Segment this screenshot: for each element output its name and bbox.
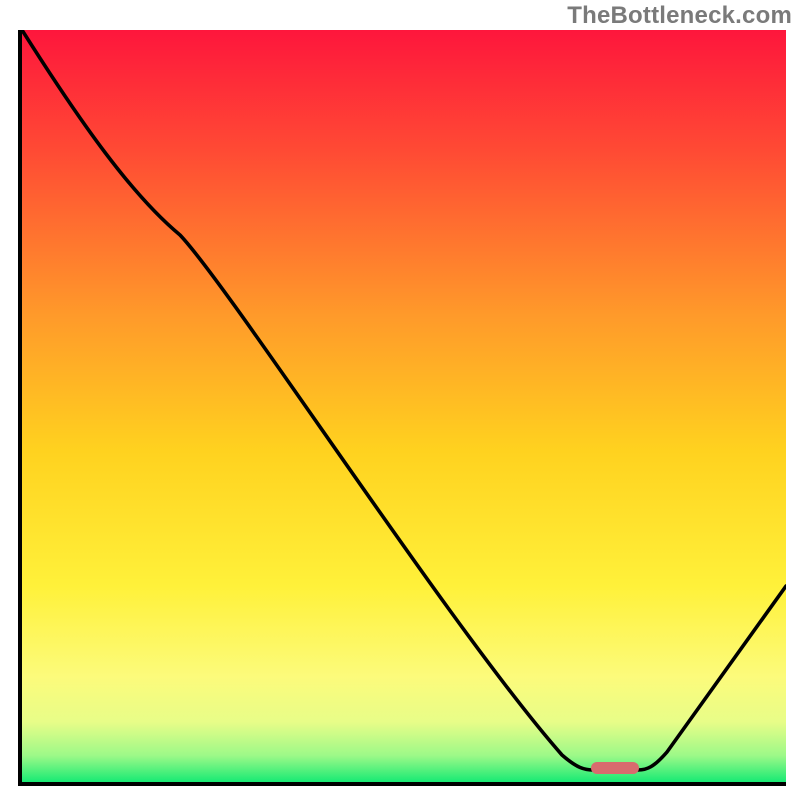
optimum-marker bbox=[591, 762, 639, 774]
gradient-background bbox=[22, 30, 786, 782]
chart-container: TheBottleneck.com bbox=[0, 0, 800, 800]
watermark-text: TheBottleneck.com bbox=[567, 2, 792, 30]
chart-svg bbox=[22, 30, 786, 782]
plot-area bbox=[18, 30, 786, 786]
